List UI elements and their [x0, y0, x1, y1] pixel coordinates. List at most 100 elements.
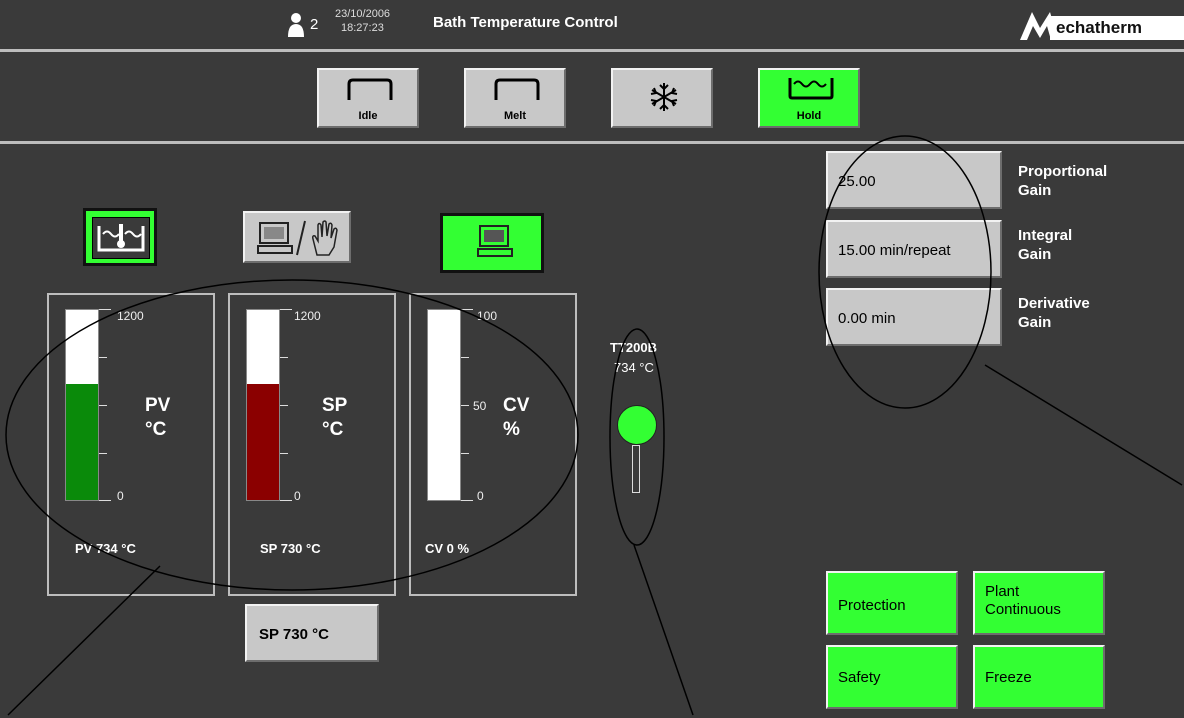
sp-readout: SP 730 °C	[260, 541, 321, 556]
cv-max-label: 100	[477, 309, 498, 323]
hand-icon	[312, 220, 338, 256]
pv-tick	[99, 357, 107, 358]
bath-temperature-icon-button[interactable]	[83, 208, 157, 266]
toolbar-divider	[0, 141, 1184, 144]
cv-tick-top	[461, 309, 473, 310]
proportional-gain-field[interactable]: 25.00	[826, 151, 1002, 209]
auto-mode-button[interactable]	[440, 213, 544, 273]
thermocouple-indicator[interactable]	[617, 405, 657, 445]
plant-continuous-button[interactable]: Plant Continuous	[973, 571, 1105, 635]
mode-label-hold: Hold	[796, 110, 822, 122]
mode-button-hold[interactable]: Hold	[758, 68, 860, 128]
header-date: 23/10/2006	[335, 8, 391, 20]
cv-tick	[461, 357, 469, 358]
sp-unit: °C	[322, 419, 344, 440]
cv-tick-bottom	[461, 500, 473, 501]
pv-tick	[99, 453, 107, 454]
mode-button-freeze[interactable]	[611, 68, 713, 128]
sp-tick	[280, 453, 288, 454]
computer-icon	[257, 222, 293, 254]
setpoint-button-label: SP 730 °C	[259, 626, 329, 643]
plant-label-line1: Plant	[985, 583, 1020, 600]
cv-mid-label: 50	[473, 399, 487, 413]
pv-bar	[65, 309, 99, 501]
bath-thermometer-icon	[97, 224, 145, 252]
cv-tick	[461, 453, 469, 454]
thermocouple-stem	[632, 445, 640, 493]
header-bar: 2 23/10/2006 18:27:23 Bath Temperature C…	[0, 0, 1184, 48]
empty-bath-icon	[347, 78, 393, 100]
integral-gain-label: Integral Gain	[1018, 226, 1072, 264]
slash-divider-icon	[296, 220, 306, 256]
pv-name: PV	[145, 395, 171, 416]
logo-text-box: echatherm	[1050, 16, 1184, 40]
sp-min-label: 0	[294, 489, 301, 503]
computer-icon	[477, 225, 513, 257]
header-divider	[0, 49, 1184, 52]
bath-icon-frame	[92, 217, 150, 259]
company-logo: echatherm	[1018, 10, 1184, 42]
cv-gauge-panel: 100 50 0 CV % CV 0 %	[409, 293, 577, 596]
pv-readout: PV 734 °C	[75, 541, 136, 556]
pv-tick-top	[99, 309, 111, 310]
sp-name: SP	[322, 395, 348, 416]
sp-tick	[280, 405, 288, 406]
cv-tick-mid	[461, 405, 469, 406]
setpoint-button[interactable]: SP 730 °C	[245, 604, 379, 662]
derivative-gain-label-line2: Gain	[1018, 314, 1052, 331]
sp-gauge-panel: 1200 0 SP °C SP 730 °C	[228, 293, 396, 596]
cv-min-label: 0	[477, 489, 484, 503]
pv-unit: °C	[145, 419, 167, 440]
integral-gain-label-line1: Integral	[1018, 227, 1073, 244]
integral-gain-value: 15.00 min/repeat	[838, 242, 951, 259]
protection-label: Protection	[838, 597, 906, 614]
sp-bar	[246, 309, 280, 501]
pv-gauge-panel: 1200 0 PV °C PV 734 °C	[47, 293, 215, 596]
user-count: 2	[310, 16, 319, 33]
safety-button[interactable]: Safety	[826, 645, 958, 709]
pv-min-label: 0	[117, 489, 124, 503]
auto-manual-button[interactable]	[243, 211, 351, 263]
proportional-gain-value: 25.00	[838, 173, 876, 190]
pv-bar-fill	[66, 384, 98, 500]
proportional-gain-label-line1: Proportional	[1018, 163, 1108, 180]
pv-tick	[99, 405, 107, 406]
derivative-gain-label: Derivative Gain	[1018, 294, 1090, 332]
annotation-line-pid	[984, 364, 1183, 486]
header-time: 18:27:23	[341, 22, 384, 34]
mode-label-melt: Melt	[504, 110, 526, 122]
plant-label-line2: Continuous	[985, 601, 1061, 618]
derivative-gain-label-line1: Derivative	[1018, 295, 1090, 312]
empty-bath-icon	[494, 78, 540, 100]
integral-gain-field[interactable]: 15.00 min/repeat	[826, 220, 1002, 278]
sp-tick-bottom	[280, 500, 292, 501]
mode-button-idle[interactable]: Idle	[317, 68, 419, 128]
sensor-value: 734 °C	[614, 360, 654, 375]
cv-name: CV	[503, 395, 530, 416]
freeze-label: Freeze	[985, 669, 1032, 686]
pv-tick-bottom	[99, 500, 111, 501]
logo-text: echatherm	[1056, 18, 1142, 37]
mode-button-melt[interactable]: Melt	[464, 68, 566, 128]
derivative-gain-field[interactable]: 0.00 min	[826, 288, 1002, 346]
sp-max-label: 1200	[294, 309, 321, 323]
integral-gain-label-line2: Gain	[1018, 246, 1052, 263]
sp-tick	[280, 357, 288, 358]
sensor-tag: TT200B	[610, 340, 657, 355]
pv-max-label: 1200	[117, 309, 144, 323]
annotation-line-sensor	[633, 544, 694, 716]
safety-label: Safety	[838, 669, 881, 686]
sp-bar-fill	[247, 384, 279, 500]
proportional-gain-label: Proportional Gain	[1018, 162, 1107, 200]
cv-bar	[427, 309, 461, 501]
snowflake-icon	[650, 83, 678, 111]
sp-tick-top	[280, 309, 292, 310]
proportional-gain-label-line2: Gain	[1018, 182, 1052, 199]
cv-readout: CV 0 %	[425, 541, 470, 556]
protection-button[interactable]: Protection	[826, 571, 958, 635]
freeze-button[interactable]: Freeze	[973, 645, 1105, 709]
filled-bath-icon	[788, 78, 834, 100]
page-title: Bath Temperature Control	[433, 14, 618, 31]
derivative-gain-value: 0.00 min	[838, 310, 896, 327]
user-icon	[288, 13, 304, 37]
